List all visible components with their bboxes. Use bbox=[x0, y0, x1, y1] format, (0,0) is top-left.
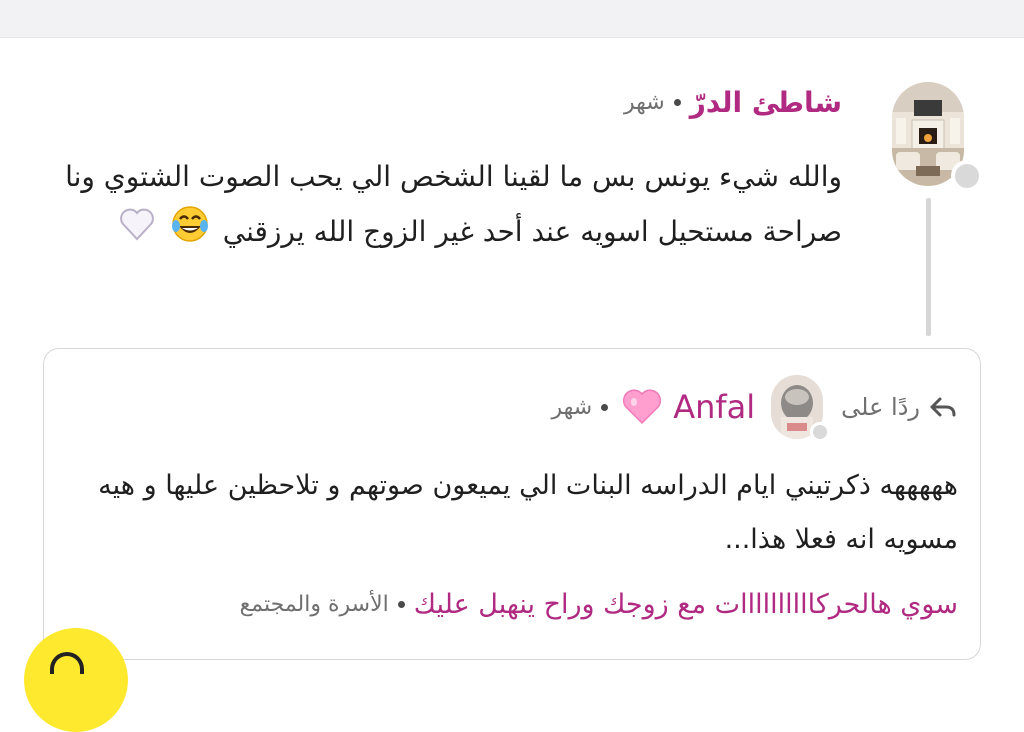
pink-heart-icon bbox=[621, 386, 663, 428]
reply-arrow-icon bbox=[928, 395, 956, 419]
reply-author-avatar[interactable] bbox=[771, 375, 831, 442]
separator-dot bbox=[673, 99, 681, 106]
reply-body-text: هههههه ذكرتيني ايام الدراسه البنات الي ي… bbox=[98, 470, 958, 555]
comment-author-name[interactable]: شاطئ الدرّ bbox=[690, 86, 842, 119]
presence-status-dot bbox=[951, 160, 983, 192]
separator-dot bbox=[601, 403, 609, 411]
thread-connector-line bbox=[926, 198, 931, 336]
floating-emoji-button[interactable] bbox=[24, 628, 128, 732]
reply-card[interactable]: ردًا على Anfal شهر هههههه ذكرتيني ايام ا… bbox=[43, 348, 981, 660]
reply-footer: سوي هالحركاااااااااات مع زوجك وراح ينهبل… bbox=[240, 589, 958, 620]
separator-dot bbox=[397, 601, 405, 608]
presence-status-dot bbox=[810, 422, 831, 442]
top-bar bbox=[0, 0, 1024, 38]
topic-link[interactable]: سوي هالحركاااااااااات مع زوجك وراح ينهبل… bbox=[414, 589, 958, 620]
white-heart-icon bbox=[117, 204, 157, 262]
category-label[interactable]: الأسرة والمجتمع bbox=[240, 592, 389, 617]
comment-header: شاطئ الدرّ شهر bbox=[624, 86, 842, 119]
reply-to-label: ردًا على bbox=[841, 393, 920, 421]
face-with-tears-of-joy-icon bbox=[170, 204, 210, 262]
emoji-face-icon bbox=[50, 652, 84, 674]
reply-header: ردًا على Anfal شهر bbox=[551, 375, 957, 442]
comment-body: والله شيء يونس بس ما لقينا الشخص الي يحب… bbox=[62, 150, 842, 262]
comment-timestamp: شهر bbox=[624, 90, 665, 115]
reply-author-name[interactable]: Anfal bbox=[673, 388, 755, 426]
reply-timestamp: شهر bbox=[551, 394, 593, 420]
